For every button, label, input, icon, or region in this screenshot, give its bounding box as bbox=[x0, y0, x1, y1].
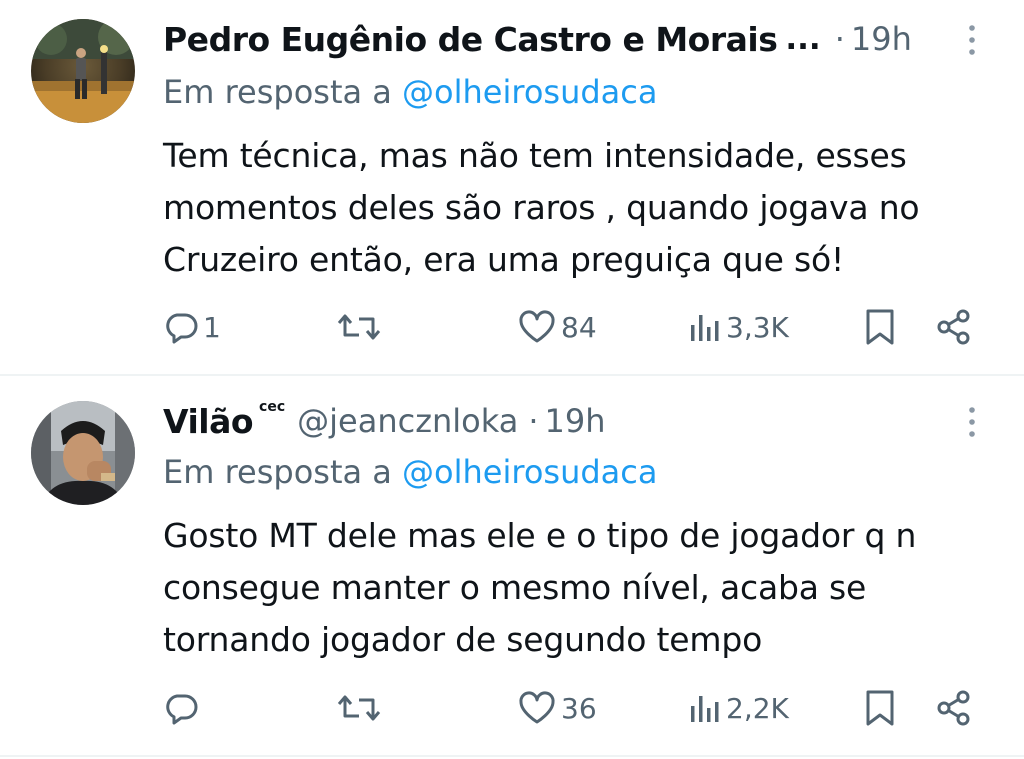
reply-prefix: Em resposta a bbox=[163, 453, 392, 491]
author-name[interactable]: Pedro Eugênio de Castro e Morais bbox=[163, 20, 778, 59]
reply-icon bbox=[166, 694, 198, 725]
like-icon bbox=[519, 310, 555, 343]
bookmark-button[interactable] bbox=[863, 305, 897, 349]
retweet-button[interactable] bbox=[335, 686, 387, 730]
author-handle[interactable]: @jeancznloka bbox=[297, 402, 518, 440]
views-button[interactable]: 3,3K bbox=[688, 305, 789, 349]
avatar[interactable] bbox=[31, 401, 135, 505]
action-bar: 36 2,2K bbox=[0, 686, 1024, 730]
tweet-divider bbox=[0, 755, 1024, 757]
share-icon bbox=[937, 309, 970, 345]
name-truncation: ... bbox=[785, 21, 821, 57]
reply-context: Em resposta a @olheirosudaca bbox=[163, 73, 657, 111]
reply-button[interactable]: 1 bbox=[163, 305, 221, 349]
action-bar: 1 84 3,3K bbox=[0, 305, 1024, 349]
avatar-photo bbox=[31, 19, 135, 123]
tweet-text: Tem técnica, mas não tem intensidade, es… bbox=[163, 136, 920, 279]
avatar-photo bbox=[31, 401, 135, 505]
time-separator: · bbox=[528, 402, 539, 440]
bookmark-button[interactable] bbox=[863, 686, 897, 730]
tweet-text: Gosto MT dele mas ele e o tipo de jogado… bbox=[163, 516, 917, 659]
like-icon bbox=[519, 691, 555, 724]
reply-button[interactable] bbox=[163, 686, 203, 730]
tweet[interactable]: Pedro Eugênio de Castro e Morais ... · 1… bbox=[0, 0, 1024, 374]
tweet-header: Pedro Eugênio de Castro e Morais ... · 1… bbox=[163, 17, 912, 61]
bookmark-icon bbox=[866, 690, 894, 726]
reply-prefix: Em resposta a bbox=[163, 73, 392, 111]
tweet-header: Vilão cec @jeancznloka · 19h bbox=[163, 399, 605, 443]
time-separator: · bbox=[834, 20, 845, 58]
share-icon bbox=[937, 690, 970, 726]
like-count: 36 bbox=[561, 691, 597, 725]
view-count: 2,2K bbox=[726, 691, 789, 725]
reply-context: Em resposta a @olheirosudaca bbox=[163, 453, 657, 491]
share-button[interactable] bbox=[934, 305, 974, 349]
reply-count: 1 bbox=[203, 310, 221, 344]
like-count: 84 bbox=[561, 310, 597, 344]
retweet-button[interactable] bbox=[335, 305, 387, 349]
reply-handle-link[interactable]: @olheirosudaca bbox=[402, 73, 657, 111]
author-name[interactable]: Vilão bbox=[163, 402, 254, 441]
avatar[interactable] bbox=[31, 19, 135, 123]
view-count: 3,3K bbox=[726, 310, 789, 344]
views-button[interactable]: 2,2K bbox=[688, 686, 789, 730]
reply-icon bbox=[166, 313, 198, 344]
like-button[interactable]: 84 bbox=[517, 305, 597, 349]
tweet-time[interactable]: 19h bbox=[851, 20, 912, 58]
bookmark-icon bbox=[866, 309, 894, 345]
share-button[interactable] bbox=[934, 686, 974, 730]
reply-handle-link[interactable]: @olheirosudaca bbox=[402, 453, 657, 491]
retweet-icon bbox=[337, 314, 381, 340]
views-icon bbox=[691, 696, 719, 722]
tweet[interactable]: Vilão cec @jeancznloka · 19h Em resposta… bbox=[0, 376, 1024, 759]
tweet-time[interactable]: 19h bbox=[544, 402, 605, 440]
more-icon[interactable] bbox=[962, 404, 982, 444]
views-icon bbox=[691, 315, 719, 341]
more-icon[interactable] bbox=[962, 22, 982, 62]
author-badge: cec bbox=[259, 399, 286, 415]
retweet-icon bbox=[337, 695, 381, 721]
like-button[interactable]: 36 bbox=[517, 686, 597, 730]
